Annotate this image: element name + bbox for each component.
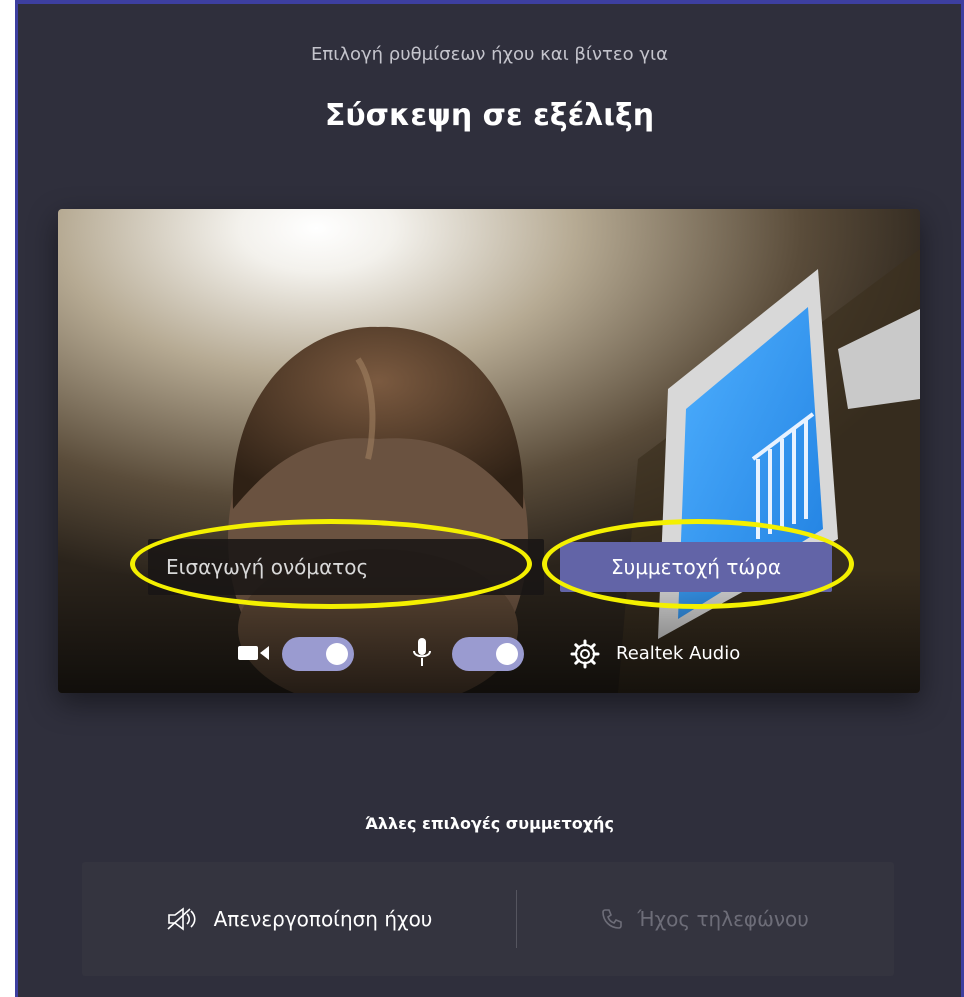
phone-icon — [602, 909, 623, 929]
audio-off-option[interactable]: Απενεργοποίηση ήχου — [82, 862, 516, 976]
gear-icon[interactable] — [570, 639, 600, 669]
phone-audio-option[interactable]: Ήχος τηλεφώνου — [516, 862, 894, 976]
audio-off-label: Απενεργοποίηση ήχου — [213, 907, 433, 931]
device-controls: Realtek Audio — [58, 629, 920, 679]
audio-device-label[interactable]: Realtek Audio — [616, 643, 740, 664]
other-join-options-title: Άλλες επιλογές συμμετοχής — [365, 814, 614, 833]
toggle-knob — [326, 643, 348, 665]
camera-feed-image — [58, 209, 920, 693]
meeting-title: Σύσκεψη σε εξέλιξη — [324, 98, 655, 133]
phone-audio-label: Ήχος τηλεφώνου — [637, 907, 809, 931]
join-now-button[interactable]: Συμμετοχή τώρα — [560, 542, 832, 592]
other-join-options: Απενεργοποίηση ήχου Ήχος τηλεφώνου — [82, 862, 894, 976]
header-subtitle: Επιλογή ρυθμίσεων ήχου και βίντεο για — [311, 44, 668, 65]
camera-toggle[interactable] — [282, 637, 354, 671]
microphone-icon — [413, 638, 431, 666]
pre-join-screen: Επιλογή ρυθμίσεων ήχου και βίντεο για Σύ… — [15, 0, 964, 997]
microphone-toggle[interactable] — [452, 637, 524, 671]
speaker-off-icon — [167, 907, 196, 931]
video-preview: Συμμετοχή τώρα — [58, 209, 920, 693]
camera-icon — [238, 646, 269, 660]
toggle-knob — [496, 643, 518, 665]
name-input[interactable] — [148, 539, 544, 595]
